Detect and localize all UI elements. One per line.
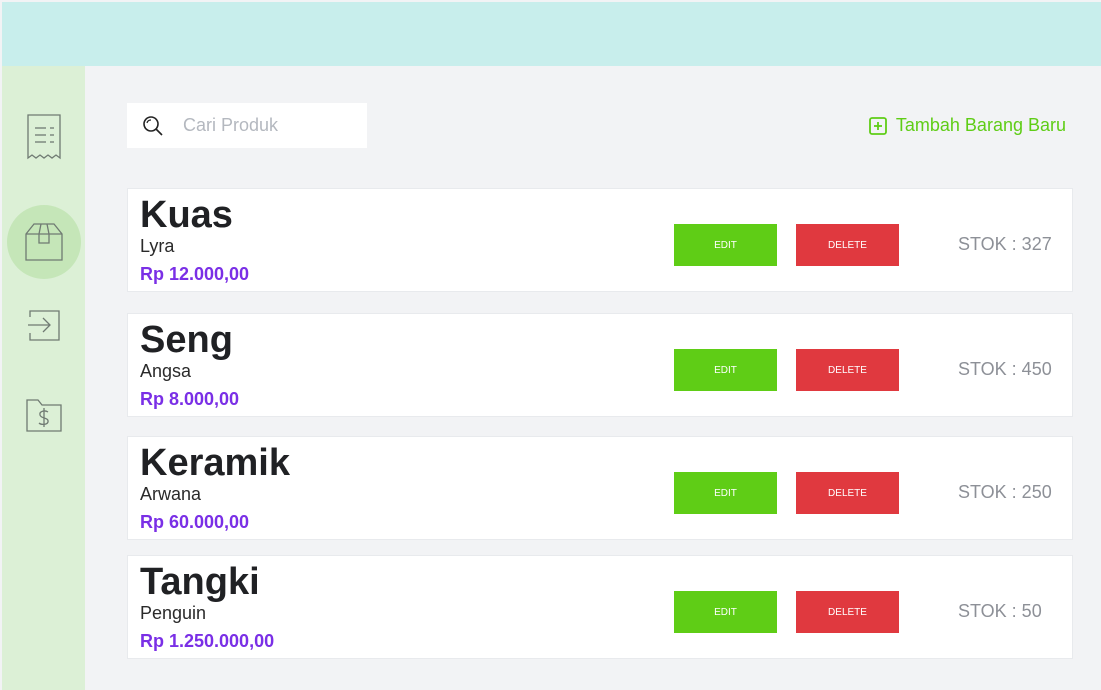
sidebar-item-login[interactable] — [7, 288, 81, 362]
search-icon[interactable] — [141, 114, 165, 138]
product-brand: Angsa — [140, 361, 192, 381]
delete-button[interactable]: DELETE — [796, 472, 899, 514]
product-stock: STOK : 50 — [958, 601, 1042, 621]
product-card: Keramik Arwana Rp 60.000,00 EDIT DELETE … — [127, 436, 1073, 540]
edit-button[interactable]: EDIT — [674, 349, 777, 391]
sidebar-item-finance[interactable] — [7, 378, 81, 452]
product-card: Seng Angsa Rp 8.000,00 EDIT DELETE STOK … — [127, 313, 1073, 417]
product-stock: STOK : 450 — [958, 359, 1052, 379]
product-stock: STOK : 250 — [958, 482, 1052, 502]
edit-button[interactable]: EDIT — [674, 224, 777, 266]
delete-button[interactable]: DELETE — [796, 591, 899, 633]
product-name: Seng — [140, 319, 233, 361]
product-price: Rp 8.000,00 — [140, 389, 240, 409]
box-icon — [25, 223, 63, 261]
search-input[interactable] — [183, 110, 353, 141]
add-product-label: Tambah Barang Baru — [895, 115, 1066, 135]
sidebar — [2, 66, 85, 690]
delete-button[interactable]: DELETE — [796, 349, 899, 391]
top-bar — [2, 2, 1101, 66]
edit-button[interactable]: EDIT — [674, 591, 777, 633]
product-price: Rp 60.000,00 — [140, 512, 250, 532]
search-box — [127, 103, 367, 148]
product-stock: STOK : 327 — [958, 234, 1052, 254]
edit-button[interactable]: EDIT — [674, 472, 777, 514]
money-folder-icon — [26, 399, 62, 432]
plus-square-icon — [868, 116, 888, 136]
product-brand: Arwana — [140, 484, 202, 504]
main-content: Tambah Barang Baru Kuas Lyra Rp 12.000,0… — [85, 66, 1101, 690]
login-icon — [28, 310, 60, 341]
product-name: Kuas — [140, 194, 233, 236]
product-brand: Penguin — [140, 603, 207, 623]
sidebar-item-receipts[interactable] — [7, 101, 81, 175]
receipt-icon — [27, 114, 61, 160]
product-price: Rp 1.250.000,00 — [140, 631, 275, 651]
product-card: Kuas Lyra Rp 12.000,00 EDIT DELETE STOK … — [127, 188, 1073, 292]
product-card: Tangki Penguin Rp 1.250.000,00 EDIT DELE… — [127, 555, 1073, 659]
delete-button[interactable]: DELETE — [796, 224, 899, 266]
product-name: Keramik — [140, 442, 290, 484]
product-price: Rp 12.000,00 — [140, 264, 250, 284]
add-product-button[interactable]: Tambah Barang Baru — [868, 115, 1066, 136]
sidebar-item-products[interactable] — [7, 205, 81, 279]
product-name: Tangki — [140, 561, 260, 603]
product-brand: Lyra — [140, 236, 175, 256]
